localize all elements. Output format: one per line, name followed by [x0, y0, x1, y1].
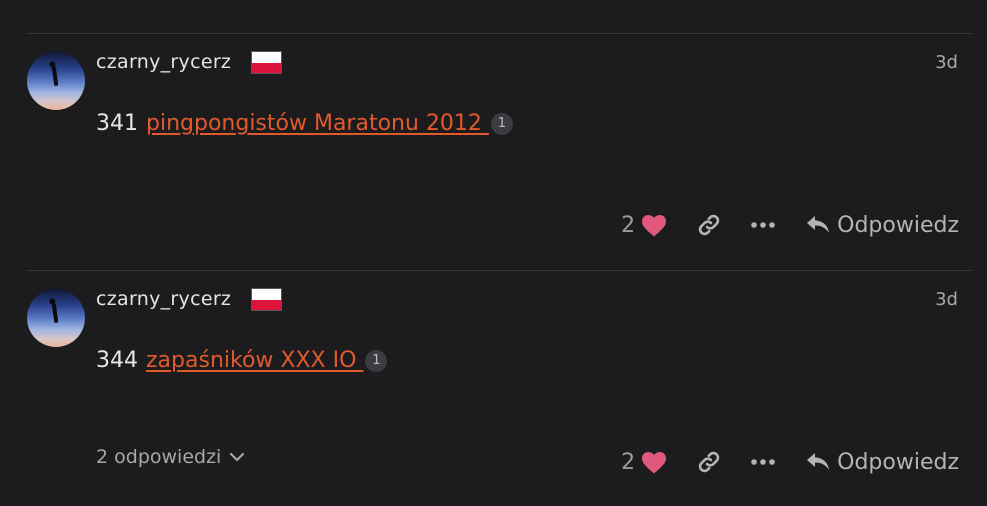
ellipsis-icon[interactable] [751, 458, 775, 466]
post-date[interactable]: 3d [935, 52, 958, 73]
chevron-down-icon [229, 452, 245, 462]
link-icon[interactable] [697, 213, 721, 237]
replies-count: 2 odpowiedzi [96, 446, 222, 468]
username[interactable]: czarny_rycerz [96, 288, 231, 310]
avatar[interactable] [27, 289, 85, 347]
post-date[interactable]: 3d [935, 289, 958, 310]
ellipsis-icon[interactable] [751, 221, 775, 229]
reply-label: Odpowiedz [837, 212, 959, 238]
post-number: 344 [96, 348, 138, 373]
post-actions: 2 Odpowiedz [621, 205, 959, 245]
reply-arrow-icon [805, 214, 831, 236]
reply-arrow-icon [805, 451, 831, 473]
post: czarny_rycerz 3d 344 zapaśników XXX IO 1 … [0, 270, 987, 506]
heart-icon [641, 214, 667, 237]
post-actions: 2 Odpowiedz [621, 442, 959, 482]
reply-label: Odpowiedz [837, 449, 959, 475]
post-link[interactable]: pingpongistów Maratonu 2012 [146, 111, 489, 136]
link-click-count: 1 [490, 113, 513, 135]
post-link[interactable]: zapaśników XXX IO [146, 348, 363, 373]
link-click-count: 1 [365, 350, 388, 372]
post-content: 344 zapaśników XXX IO 1 [96, 348, 388, 373]
post-number: 341 [96, 111, 138, 136]
heart-icon [641, 451, 667, 474]
username[interactable]: czarny_rycerz [96, 51, 231, 73]
avatar[interactable] [27, 52, 85, 110]
like-count: 2 [621, 212, 636, 238]
show-replies-button[interactable]: 2 odpowiedzi [96, 446, 245, 468]
reply-button[interactable]: Odpowiedz [805, 450, 959, 475]
post: czarny_rycerz 3d 341 pingpongistów Marato… [0, 33, 987, 269]
link-icon[interactable] [697, 450, 721, 474]
reply-button[interactable]: Odpowiedz [805, 213, 959, 238]
like-button[interactable]: 2 [621, 213, 667, 238]
post-content: 341 pingpongistów Maratonu 2012 1 [96, 111, 513, 136]
poland-flag-icon [251, 51, 282, 74]
poland-flag-icon [251, 288, 282, 311]
like-count: 2 [621, 449, 636, 475]
like-button[interactable]: 2 [621, 450, 667, 475]
